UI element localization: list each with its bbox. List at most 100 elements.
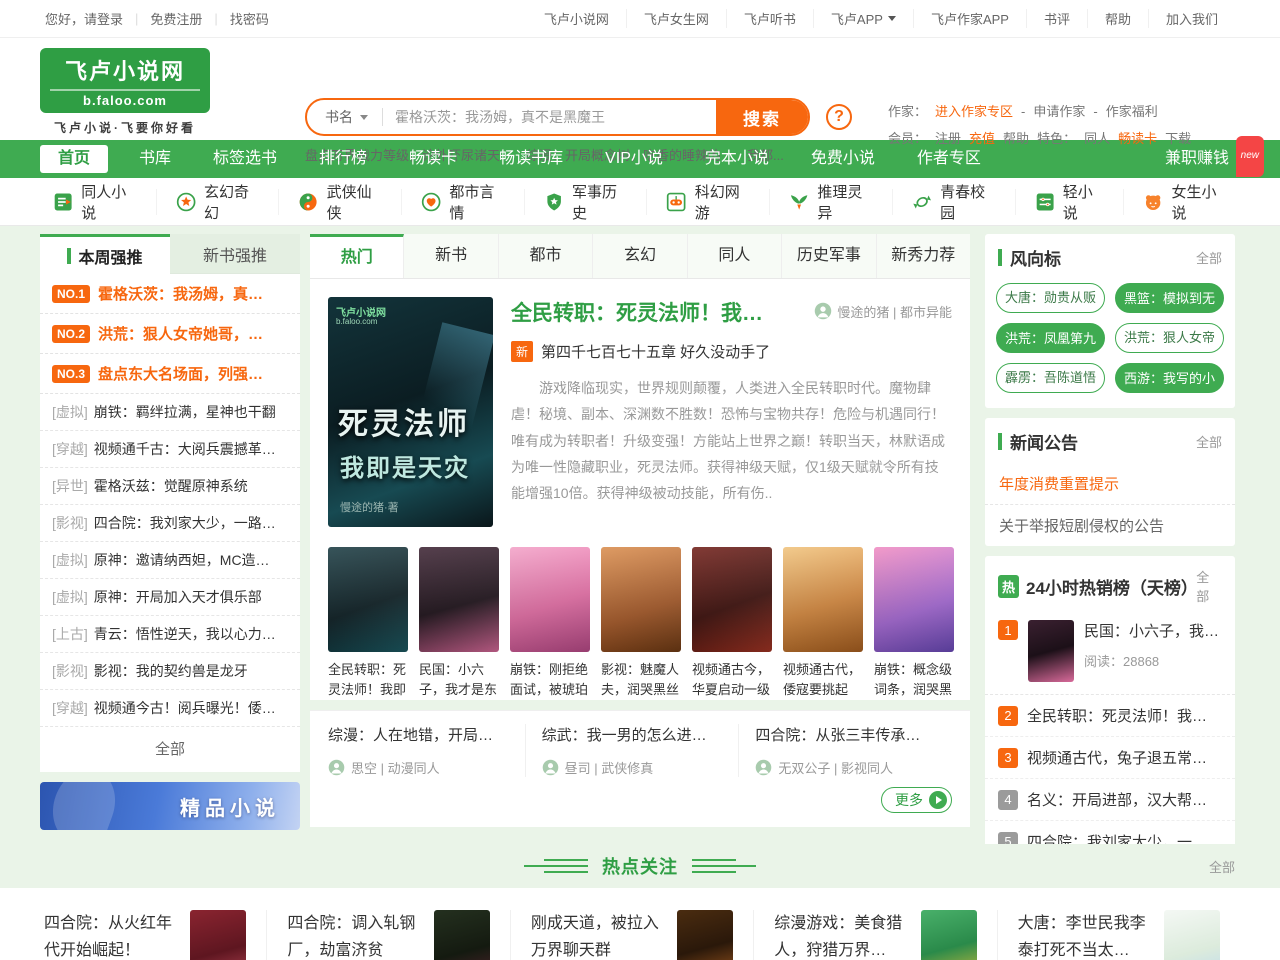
tab-rising-stars[interactable]: 新秀力荐: [877, 234, 970, 278]
register-link[interactable]: 免费注册: [138, 9, 214, 28]
list-item[interactable]: [影视]影视：我的契约兽是龙牙: [40, 653, 300, 690]
login-link[interactable]: 您好，请登录: [45, 9, 135, 28]
category-qingxiaoshuo[interactable]: 轻小说: [1015, 189, 1124, 215]
site-logo[interactable]: 飞卢小说网 b.faloo.com 飞卢小说·飞要你好看: [40, 48, 210, 136]
tab-new-books[interactable]: 新书: [404, 234, 498, 278]
news-item[interactable]: 关于举报短剧侵权的公告: [985, 505, 1235, 546]
book-card[interactable]: 民国：小六子，我才是东: [419, 547, 499, 700]
book-card[interactable]: 影视：魅魔人夫，润哭黑丝: [601, 547, 681, 700]
featured-book-cover[interactable]: 飞卢小说网 b.faloo.com 死灵法师 我即是天灾 慢途的猪·著: [328, 297, 493, 527]
news-item[interactable]: 年度消费重置提示: [985, 463, 1235, 505]
tab-tongren[interactable]: 同人: [688, 234, 782, 278]
featured-book-title[interactable]: 全民转职：死灵法师！我…: [511, 297, 814, 327]
help-icon[interactable]: ?: [826, 104, 852, 130]
book-card[interactable]: 视频通古今，华夏启动一级: [692, 547, 772, 700]
search-input[interactable]: [383, 109, 716, 125]
hotspot-book[interactable]: 四合院：调入轧钢厂，劫富济贫: [266, 910, 509, 960]
featured-book-author[interactable]: 慢途的猪 | 都市异能: [814, 302, 952, 321]
list-item[interactable]: [影视]四合院：我刘家大少，一路…: [40, 505, 300, 542]
premium-novels-banner[interactable]: 精品小说: [40, 782, 300, 830]
list-item[interactable]: [虚拟]原神：邀请纳西妲，MC造…: [40, 542, 300, 579]
list-item[interactable]: [穿越]视频通千古：大阅兵震撼革…: [40, 431, 300, 468]
tag-pill[interactable]: 大唐：勋贵从贩: [996, 283, 1105, 313]
tongren-link[interactable]: 同人: [1084, 125, 1110, 152]
apply-writer-link[interactable]: 申请作家: [1033, 98, 1085, 125]
hotspot-book[interactable]: 大唐：李世民我李泰打死不当太…: [997, 910, 1240, 960]
nav-completed-novels[interactable]: 完本小说: [684, 140, 790, 178]
category-tongren[interactable]: 同人小说: [34, 189, 156, 215]
more-button[interactable]: 更多: [881, 787, 952, 813]
hotspot-book[interactable]: 四合院：从火红年代开始崛起！: [40, 910, 266, 960]
book-card[interactable]: 崩铁：概念级词条，润哭黑: [874, 547, 954, 700]
tab-new-book-strong-push[interactable]: 新书强推: [170, 234, 300, 274]
nav-tag-select[interactable]: 标签选书: [192, 140, 298, 178]
topbar-link-novel-site[interactable]: 飞卢小说网: [527, 9, 626, 28]
topbar-link-reviews[interactable]: 书评: [1026, 9, 1087, 28]
nav-reading-card[interactable]: 畅读卡: [388, 140, 478, 178]
search-button[interactable]: 搜索: [716, 98, 808, 136]
writer-benefits-link[interactable]: 作家福利: [1106, 98, 1158, 125]
tag-pill[interactable]: 洪荒：狠人女帝: [1115, 323, 1224, 353]
view-all-link[interactable]: 全部: [40, 727, 300, 772]
category-wuxia[interactable]: 武侠仙侠: [278, 189, 401, 215]
topbar-link-girls-site[interactable]: 飞卢女生网: [626, 9, 726, 28]
hotspot-book[interactable]: 刚成天道，被拉入万界聊天群: [510, 910, 753, 960]
rank-item-3[interactable]: 3 视频通古代，兔子退五常全球…: [985, 737, 1235, 779]
nav-vip-novels[interactable]: VIP小说: [584, 140, 684, 178]
list-item[interactable]: [上古]青云：悟性逆天，我以心力…: [40, 616, 300, 653]
category-junshi[interactable]: 军事历史: [524, 189, 647, 215]
topbar-link-audiobook[interactable]: 飞卢听书: [726, 9, 813, 28]
nav-home[interactable]: 首页: [40, 145, 108, 173]
tab-urban[interactable]: 都市: [499, 234, 593, 278]
list-item[interactable]: [虚拟]原神：开局加入天才俱乐部: [40, 579, 300, 616]
book-entry[interactable]: 综武：我一男的怎么进… 昼司 | 武侠修真: [525, 724, 739, 777]
category-nvsheng[interactable]: 女生小说: [1123, 189, 1246, 215]
hotspot-book[interactable]: 综漫游戏：美食猎人，狩猎万界…: [753, 910, 996, 960]
top-rank-row[interactable]: NO.2 洪荒：狠人女帝她哥，…: [40, 314, 300, 354]
member-help-link[interactable]: 帮助: [1003, 125, 1029, 152]
tag-pill[interactable]: 霹雳：吾陈道悟: [996, 363, 1105, 393]
topbar-link-app[interactable]: 飞卢APP: [813, 9, 913, 28]
rank-item-5[interactable]: 5 四合院：我刘家大少，一路进…: [985, 821, 1235, 844]
writer-zone-link[interactable]: 进入作家专区: [935, 98, 1013, 125]
category-xuanhuan[interactable]: 玄幻奇幻: [156, 189, 279, 215]
category-tuili[interactable]: 推理灵异: [769, 189, 892, 215]
rank-item-2[interactable]: 2 全民转职：死灵法师！我即是…: [985, 695, 1235, 737]
book-entry[interactable]: 综漫：人在地错，开局… 思空 | 动漫同人: [328, 724, 525, 777]
top-rank-row[interactable]: NO.3 盘点东大名场面，列强…: [40, 354, 300, 394]
tag-pill[interactable]: 西游：我写的小: [1115, 363, 1224, 393]
latest-chapter-link[interactable]: 新 第四千七百七十五章 好久没动手了: [511, 341, 952, 362]
hotspot-all-link[interactable]: 全部: [1209, 857, 1235, 876]
search-category-dropdown[interactable]: 书名: [307, 107, 382, 127]
topbar-link-help[interactable]: 帮助: [1087, 9, 1148, 28]
tab-fantasy[interactable]: 玄幻: [593, 234, 687, 278]
find-password-link[interactable]: 找密码: [218, 9, 281, 28]
nav-part-time[interactable]: 兼职赚钱 new: [1144, 140, 1250, 178]
news-all-link[interactable]: 全部: [1196, 432, 1222, 451]
nav-library[interactable]: 书库: [118, 140, 192, 178]
topbar-link-writer-app[interactable]: 飞卢作家APP: [913, 9, 1026, 28]
nav-author-zone[interactable]: 作者专区: [896, 140, 1002, 178]
category-kehuan[interactable]: 科幻网游: [646, 189, 769, 215]
list-item[interactable]: [虚拟]崩铁：羁绊拉满，星神也干翻: [40, 394, 300, 431]
rank-all-link[interactable]: 全部: [1196, 567, 1222, 605]
book-card[interactable]: 崩铁：刚拒绝面试，被琥珀: [510, 547, 590, 700]
tag-pill[interactable]: 洪荒：凤凰第九: [996, 323, 1105, 353]
book-entry[interactable]: 四合院：从张三丰传承… 无双公子 | 影视同人: [738, 724, 952, 777]
rank-item-1[interactable]: 1 民国：小六子，我才… 阅读：28868: [985, 614, 1235, 695]
list-item[interactable]: [穿越]视频通今古！阅兵曝光！倭…: [40, 690, 300, 727]
nav-rankings[interactable]: 排行榜: [298, 140, 388, 178]
windvane-all-link[interactable]: 全部: [1196, 248, 1222, 267]
tab-hot[interactable]: 热门: [310, 234, 404, 278]
category-dushi[interactable]: 都市言情: [401, 189, 524, 215]
tab-weekly-strong-push[interactable]: 本周强推: [40, 234, 170, 274]
book-card[interactable]: 全民转职：死灵法师！我即: [328, 547, 408, 700]
top-rank-row[interactable]: NO.1 霍格沃茨：我汤姆，真…: [40, 274, 300, 314]
list-item[interactable]: [异世]霍格沃兹：觉醒原神系统: [40, 468, 300, 505]
book-card[interactable]: 视频通古代，倭寇要挑起S3: [783, 547, 863, 700]
nav-free-novels[interactable]: 免费小说: [790, 140, 896, 178]
nav-reading-library[interactable]: 畅读书库: [478, 140, 584, 178]
tag-pill[interactable]: 黑篮：模拟到无: [1115, 283, 1224, 313]
category-qingchun[interactable]: 青春校园: [892, 189, 1015, 215]
topbar-link-join-us[interactable]: 加入我们: [1148, 9, 1235, 28]
